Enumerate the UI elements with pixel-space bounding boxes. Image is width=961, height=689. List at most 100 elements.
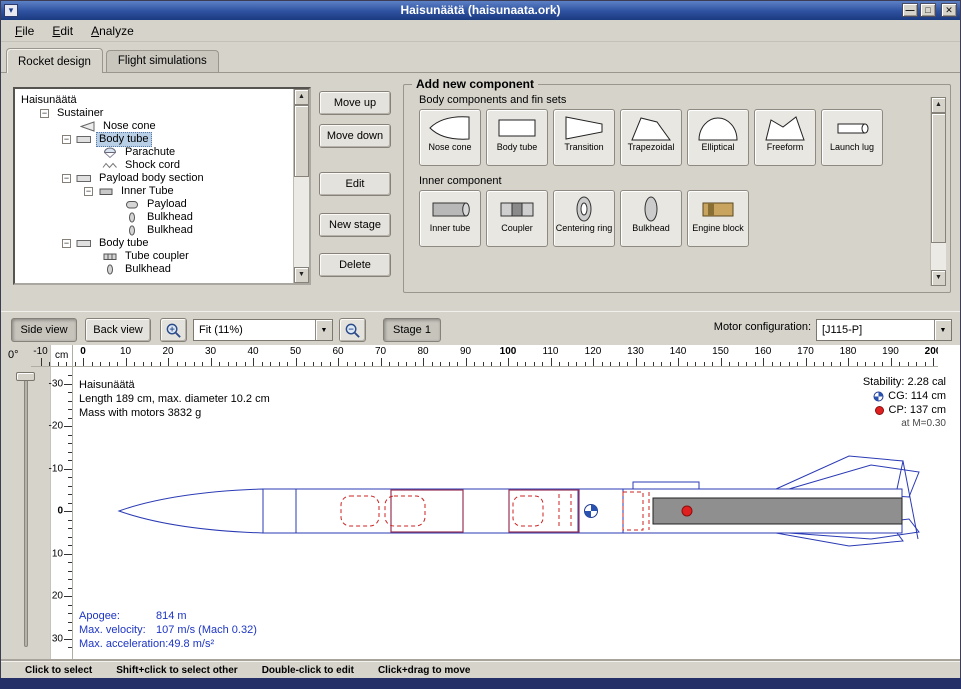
zoom-in-button[interactable]: [160, 318, 187, 342]
scroll-down-icon[interactable]: ▼: [931, 270, 946, 286]
component-tree[interactable]: Haisunäätä−SustainerNose cone−Body tubeP…: [13, 87, 311, 285]
add-engine-block-button[interactable]: Engine block: [687, 190, 749, 247]
close-button[interactable]: ✕: [941, 3, 957, 17]
add-nose-cone-button[interactable]: Nose cone: [419, 109, 481, 166]
new-stage-button[interactable]: New stage: [319, 213, 391, 237]
tree-item-bulkhead[interactable]: Bulkhead: [15, 263, 293, 276]
tree-item-haisun-t[interactable]: Haisunäätä: [15, 94, 293, 107]
v-ruler-tick: [68, 579, 72, 580]
add-launch-lug-button[interactable]: Launch lug: [821, 109, 883, 166]
h-ruler-tick: [466, 358, 467, 366]
launch-lug-outline[interactable]: [633, 482, 699, 489]
delete-button[interactable]: Delete: [319, 253, 391, 277]
add-elliptical-button[interactable]: Elliptical: [687, 109, 749, 166]
move-up-button[interactable]: Move up: [319, 91, 391, 115]
scroll-up-icon[interactable]: ▲: [294, 89, 309, 105]
minimize-button[interactable]: —: [902, 3, 918, 17]
v-ruler-tick: [64, 426, 72, 427]
coupler-icon: [102, 251, 118, 262]
hint-click-drag: Click+drag to move: [378, 665, 471, 676]
add-trapezoidal-button[interactable]: Trapezoidal: [620, 109, 682, 166]
tree-item-bulkhead[interactable]: Bulkhead: [15, 224, 293, 237]
v-ruler-label: 10: [52, 548, 63, 559]
h-ruler-tick: [364, 362, 365, 366]
fin-lower[interactable]: [776, 533, 903, 546]
stage-1-toggle[interactable]: Stage 1: [383, 318, 441, 342]
v-ruler-tick: [68, 443, 72, 444]
add-coupler-button[interactable]: Coupler: [486, 190, 548, 247]
v-ruler-label: 0: [57, 506, 63, 517]
v-ruler-tick: [68, 571, 72, 572]
add-freeform-button[interactable]: Freeform: [754, 109, 816, 166]
side-view-button[interactable]: Side view: [11, 318, 77, 342]
tree-item-nose-cone[interactable]: Nose cone: [15, 120, 293, 133]
tree-expander-icon[interactable]: −: [84, 187, 93, 196]
add-centering-ring-button[interactable]: Centering ring: [553, 190, 615, 247]
back-view-button[interactable]: Back view: [85, 318, 151, 342]
tree-item-bulkhead[interactable]: Bulkhead: [15, 211, 293, 224]
h-ruler-tick: [236, 362, 237, 366]
move-down-button[interactable]: Move down: [319, 124, 391, 148]
rotation-slider-track[interactable]: [24, 375, 28, 647]
flight-summary: Apogee:814 m Max. velocity:107 m/s (Mach…: [79, 609, 257, 651]
tab-flight-simulations[interactable]: Flight simulations: [106, 50, 219, 72]
title-bar[interactable]: ▾ Haisunäätä (haisunaata.ork) — □ ✕: [1, 1, 960, 20]
tree-expander-icon[interactable]: −: [62, 174, 71, 183]
h-ruler-tick: [126, 358, 127, 366]
tree-expander-icon[interactable]: −: [62, 239, 71, 248]
add-transition-button[interactable]: Transition: [553, 109, 615, 166]
tree-item-payload[interactable]: Payload: [15, 198, 293, 211]
rotation-slider-thumb[interactable]: [16, 372, 35, 381]
tree-scrollbar-thumb[interactable]: [294, 105, 309, 177]
menu-edit[interactable]: Edit: [43, 21, 82, 41]
h-ruler-tick: [610, 362, 611, 366]
nose-cone-outline[interactable]: [119, 489, 263, 533]
tree-item-tube-coupler[interactable]: Tube coupler: [15, 250, 293, 263]
h-ruler-tick: [712, 362, 713, 366]
h-ruler-label: 150: [712, 346, 729, 357]
tree-expander-icon[interactable]: −: [40, 109, 49, 118]
tree-item-label: Shock cord: [122, 159, 183, 172]
tree-expander-icon[interactable]: −: [62, 135, 71, 144]
add-panel-scrollbar[interactable]: ▲ ▼: [930, 97, 946, 286]
tab-rocket-design[interactable]: Rocket design: [6, 48, 103, 73]
tree-item-body-tube[interactable]: −Body tube: [15, 237, 293, 250]
h-ruler-tick: [874, 362, 875, 366]
add-bulkhead-button[interactable]: Bulkhead: [620, 190, 682, 247]
menu-analyze[interactable]: Analyze: [82, 21, 143, 41]
scroll-up-icon[interactable]: ▲: [931, 97, 946, 113]
add-inner-tube-button[interactable]: Inner tube: [419, 190, 481, 247]
menu-file[interactable]: File: [6, 21, 43, 41]
motor-configuration-select[interactable]: [J115-P] ▼: [816, 319, 952, 341]
tree-item-payload-body-section[interactable]: −Payload body section: [15, 172, 293, 185]
h-ruler-tick: [117, 362, 118, 366]
tree-item-body-tube[interactable]: −Body tube: [15, 133, 293, 146]
maximize-button[interactable]: □: [920, 3, 936, 17]
add-body-tube-button[interactable]: Body tube: [486, 109, 548, 166]
tree-item-parachute[interactable]: Parachute: [15, 146, 293, 159]
bodytube-icon: [76, 238, 92, 249]
max-velocity-label: Max. velocity:: [79, 623, 156, 637]
h-ruler-tick: [644, 362, 645, 366]
component-button-label: Elliptical: [700, 143, 735, 153]
window-title: Haisunäätä (haisunaata.ork): [61, 1, 900, 20]
tree-scrollbar[interactable]: ▲ ▼: [293, 89, 309, 283]
fin-upper[interactable]: [776, 456, 903, 489]
tree-item-inner-tube[interactable]: −Inner Tube: [15, 185, 293, 198]
tree-item-sustainer[interactable]: −Sustainer: [15, 107, 293, 120]
scroll-down-icon[interactable]: ▼: [294, 267, 309, 283]
system-menu-icon[interactable]: ▾: [4, 4, 18, 17]
h-ruler-tick: [576, 362, 577, 366]
h-ruler-tick: [500, 362, 501, 366]
hint-shift-click: Shift+click to select other: [116, 665, 237, 676]
zoom-out-button[interactable]: [339, 318, 366, 342]
tree-item-shock-cord[interactable]: Shock cord: [15, 159, 293, 172]
dropdown-icon[interactable]: ▼: [315, 320, 332, 340]
edit-button[interactable]: Edit: [319, 172, 391, 196]
add-panel-scrollbar-thumb[interactable]: [931, 113, 946, 243]
h-ruler-tick: [279, 362, 280, 366]
h-ruler-tick: [661, 362, 662, 366]
rotation-column: 0°: [1, 345, 51, 661]
zoom-select[interactable]: Fit (11%) ▼: [193, 319, 333, 341]
dropdown-icon[interactable]: ▼: [934, 320, 951, 340]
